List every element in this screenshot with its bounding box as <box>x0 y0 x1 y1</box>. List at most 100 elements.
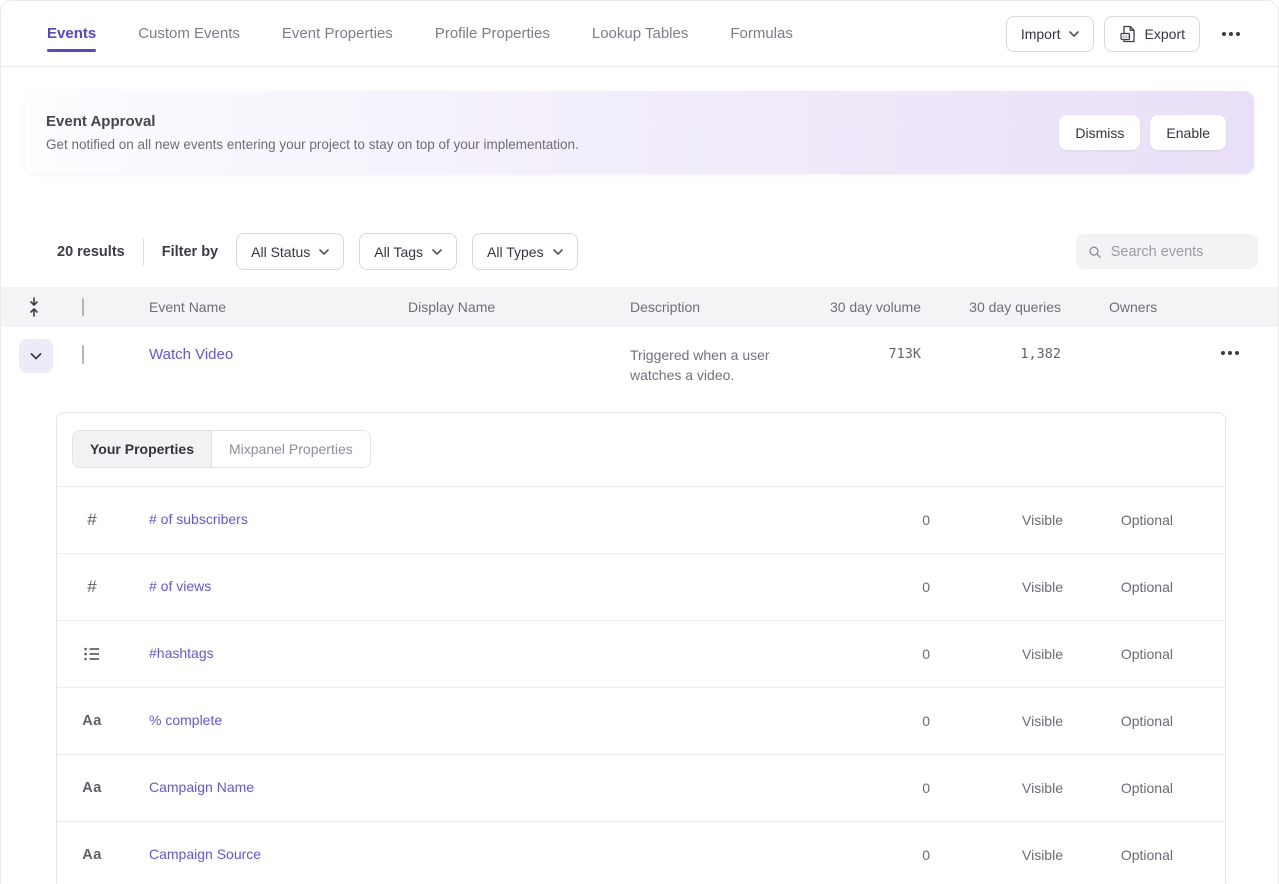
banner-text: Event Approval Get notified on all new e… <box>46 113 579 152</box>
column-header-description: Description <box>630 299 821 315</box>
property-row: # Aa Campaign Source 0 Visible Optional <box>57 822 1225 884</box>
column-header-queries: 30 day queries <box>921 299 1061 315</box>
text-type-icon: Aa <box>82 713 102 729</box>
search-events-input[interactable] <box>1111 244 1248 260</box>
text-type-icon: Aa <box>82 847 102 863</box>
status-filter-label: All Status <box>251 244 310 260</box>
tab-your-properties[interactable]: Your Properties <box>73 431 211 467</box>
list-type-icon <box>84 647 100 661</box>
property-visibility: Visible <box>930 512 1063 528</box>
table-header: Event Name Display Name Description 30 d… <box>1 287 1278 327</box>
property-visibility: Visible <box>930 713 1063 729</box>
tab-events-label: Events <box>47 25 96 42</box>
status-filter-dropdown[interactable]: All Status <box>236 233 344 270</box>
export-button[interactable]: csv Export <box>1104 16 1200 52</box>
types-filter-label: All Types <box>487 244 544 260</box>
chevron-down-icon <box>1069 31 1079 37</box>
chevron-down-icon <box>319 249 329 255</box>
event-row: Watch Video Triggered when a user watche… <box>1 327 1278 397</box>
csv-file-icon: csv <box>1119 25 1137 43</box>
property-name-link[interactable]: Campaign Name <box>127 779 254 795</box>
filter-row: 20 results Filter by All Status All Tags… <box>57 233 1258 270</box>
tab-events[interactable]: Events <box>47 25 96 42</box>
event-properties-panel: Your Properties Mixpanel Properties # Aa <box>56 412 1226 884</box>
description-cell: Triggered when a user watches a video. <box>630 327 795 397</box>
tab-custom-events-label: Custom Events <box>138 25 240 42</box>
text-type-icon: Aa <box>82 780 102 796</box>
divider <box>143 239 144 265</box>
ellipsis-icon <box>1222 32 1226 36</box>
export-button-label: Export <box>1145 26 1185 42</box>
tab-custom-events[interactable]: Custom Events <box>138 25 240 42</box>
property-sampled-value: 0 <box>830 780 930 796</box>
row-checkbox[interactable] <box>82 345 84 364</box>
banner-description: Get notified on all new events entering … <box>46 137 579 152</box>
tab-lookup-tables[interactable]: Lookup Tables <box>592 25 688 42</box>
property-visibility: Visible <box>930 847 1063 863</box>
event-name-link[interactable]: Watch Video <box>149 327 233 363</box>
properties-tab-switcher: Your Properties Mixpanel Properties <box>72 430 371 468</box>
property-requirement: Optional <box>1063 847 1173 863</box>
tab-profile-properties-label: Profile Properties <box>435 25 550 42</box>
property-row: # Aa Campaign Name 0 Visible Optional <box>57 755 1225 822</box>
top-navbar: Events Custom Events Event Properties Pr… <box>1 1 1278 67</box>
collapse-all-icon <box>27 297 41 317</box>
dismiss-button[interactable]: Dismiss <box>1059 115 1140 150</box>
property-name-link[interactable]: # of views <box>127 578 211 594</box>
select-all-checkbox[interactable] <box>82 298 84 316</box>
banner-title: Event Approval <box>46 113 579 130</box>
panel-tab-bar: Your Properties Mixpanel Properties <box>57 413 1225 487</box>
property-sampled-value: 0 <box>830 713 930 729</box>
enable-button[interactable]: Enable <box>1150 115 1226 150</box>
more-options-button[interactable] <box>1214 22 1248 46</box>
number-type-icon: # <box>87 510 96 530</box>
collapse-all-button[interactable] <box>1 297 67 317</box>
column-header-volume: 30 day volume <box>821 299 921 315</box>
property-sampled-value: 0 <box>830 579 930 595</box>
number-type-icon: # <box>87 577 96 597</box>
volume-cell: 713K <box>821 327 921 397</box>
property-name-link[interactable]: #hashtags <box>127 645 214 661</box>
property-requirement: Optional <box>1063 780 1173 796</box>
property-requirement: Optional <box>1063 512 1173 528</box>
import-button-label: Import <box>1021 26 1061 42</box>
svg-text:csv: csv <box>1122 35 1131 40</box>
property-name-link[interactable]: # of subscribers <box>127 511 248 527</box>
property-requirement: Optional <box>1063 579 1173 595</box>
property-name-link[interactable]: Campaign Source <box>127 846 261 862</box>
tab-formulas-label: Formulas <box>730 25 793 42</box>
tab-event-properties[interactable]: Event Properties <box>282 25 393 42</box>
import-button[interactable]: Import <box>1006 16 1094 52</box>
search-icon <box>1088 244 1102 260</box>
results-count: 20 results <box>57 244 125 260</box>
queries-cell: 1,382 <box>921 327 1061 397</box>
tags-filter-label: All Tags <box>374 244 423 260</box>
display-name-cell <box>408 327 630 397</box>
property-visibility: Visible <box>930 646 1063 662</box>
column-header-event-name: Event Name <box>149 299 408 315</box>
tab-mixpanel-properties[interactable]: Mixpanel Properties <box>211 431 370 467</box>
banner-actions: Dismiss Enable <box>1059 115 1226 150</box>
search-events-box[interactable] <box>1076 234 1258 269</box>
filter-by-label: Filter by <box>162 244 218 260</box>
property-row: # Aa #hashtags 0 Visible Optional <box>57 621 1225 688</box>
owners-cell <box>1061 327 1181 397</box>
property-visibility: Visible <box>930 579 1063 595</box>
event-approval-banner: Event Approval Get notified on all new e… <box>25 91 1254 174</box>
chevron-down-icon <box>30 353 42 360</box>
property-sampled-value: 0 <box>830 512 930 528</box>
nav-tabs: Events Custom Events Event Properties Pr… <box>47 25 793 42</box>
tab-formulas[interactable]: Formulas <box>730 25 793 42</box>
property-visibility: Visible <box>930 780 1063 796</box>
tab-profile-properties[interactable]: Profile Properties <box>435 25 550 42</box>
lexicon-page: Events Custom Events Event Properties Pr… <box>0 0 1279 884</box>
property-requirement: Optional <box>1063 646 1173 662</box>
property-name-link[interactable]: % complete <box>127 712 222 728</box>
tags-filter-dropdown[interactable]: All Tags <box>359 233 457 270</box>
tab-event-properties-label: Event Properties <box>282 25 393 42</box>
property-row: # Aa # of views 0 Visible Optional <box>57 554 1225 621</box>
row-options-button[interactable] <box>1221 351 1239 397</box>
collapse-row-button[interactable] <box>19 339 53 373</box>
property-sampled-value: 0 <box>830 646 930 662</box>
types-filter-dropdown[interactable]: All Types <box>472 233 578 270</box>
